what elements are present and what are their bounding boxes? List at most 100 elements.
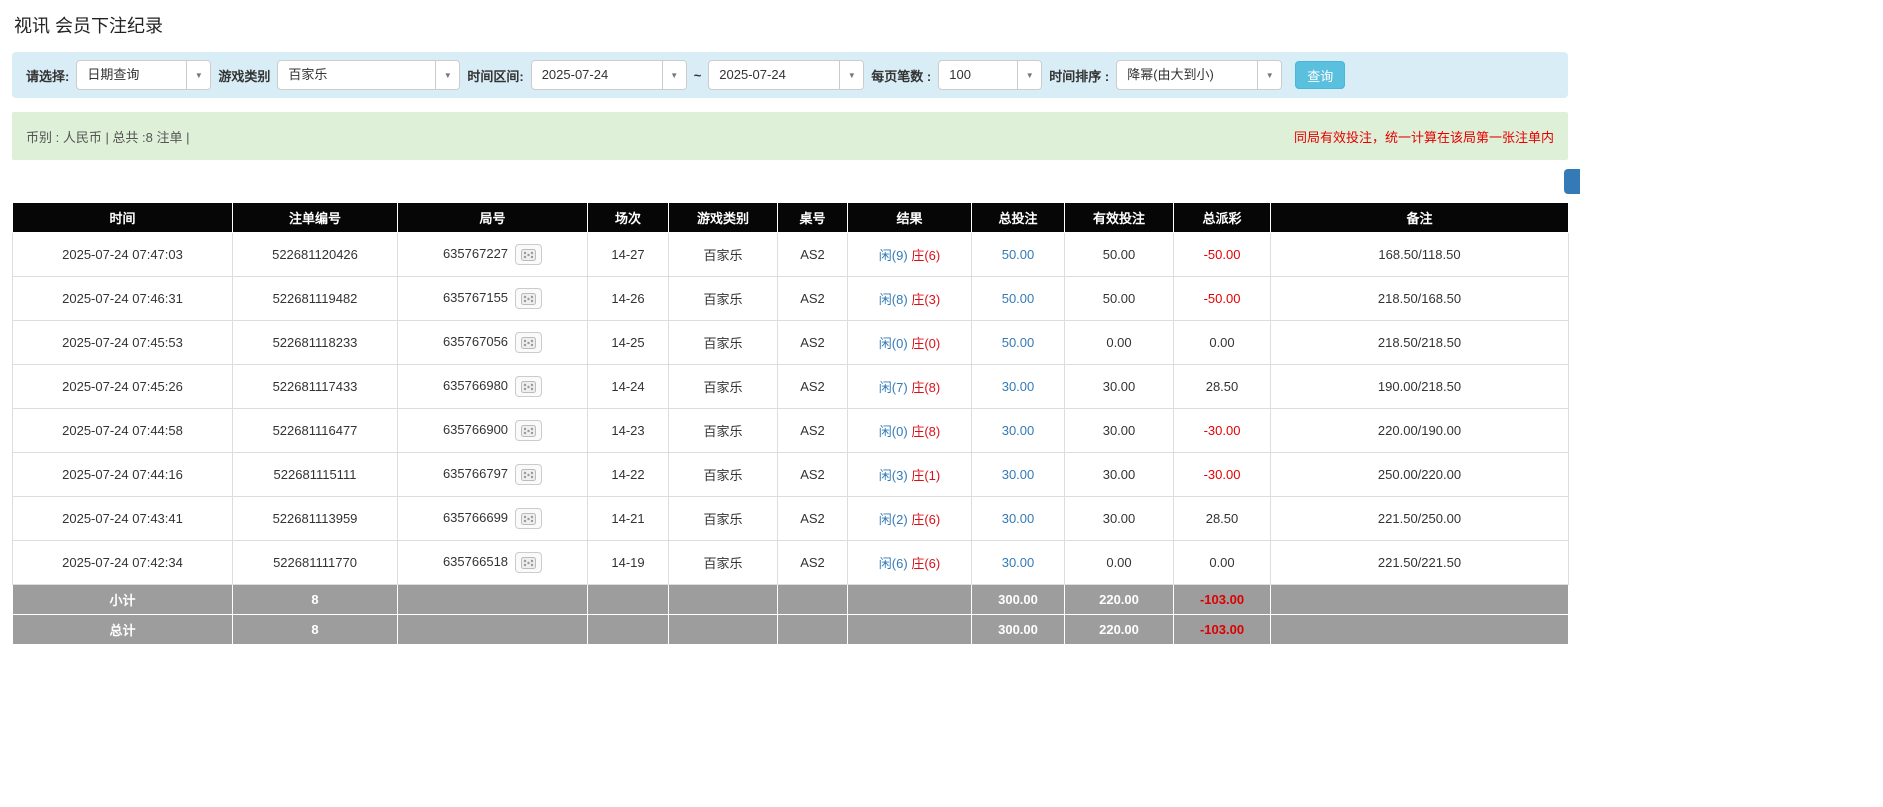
query-button[interactable]: 查询 xyxy=(1295,61,1345,89)
date-to-picker[interactable]: 2025-07-24 ▼ xyxy=(708,60,864,90)
cell-payout: 0.00 xyxy=(1174,541,1271,585)
cell-total-bet[interactable]: 50.00 xyxy=(972,321,1065,365)
cell-total-bet[interactable]: 50.00 xyxy=(972,277,1065,321)
round-id-text: 635766518 xyxy=(443,554,508,569)
result-player: 闲(7) xyxy=(879,380,908,395)
select-label: 请选择: xyxy=(26,66,69,85)
sort-label: 时间排序 : xyxy=(1049,66,1109,85)
result-player: 闲(2) xyxy=(879,512,908,527)
cell-note: 221.50/250.00 xyxy=(1271,497,1569,541)
cell-game-type: 百家乐 xyxy=(669,541,778,585)
filter-bar: 请选择: 日期查询 ▼ 游戏类别 百家乐 ▼ 时间区间: 2025-07-24 … xyxy=(12,52,1568,98)
cell-payout: 28.50 xyxy=(1174,497,1271,541)
result-banker: 庄(3) xyxy=(911,292,940,307)
cell-session: 14-23 xyxy=(588,409,669,453)
cell-session: 14-22 xyxy=(588,453,669,497)
dice-icon[interactable] xyxy=(515,552,542,573)
header-payout: 总派彩 xyxy=(1174,203,1271,233)
cell-valid-bet: 30.00 xyxy=(1065,497,1174,541)
game-type-select[interactable]: 百家乐 ▼ xyxy=(277,60,460,90)
cell-bet-id: 522681120426 xyxy=(233,233,398,277)
cell-payout: -50.00 xyxy=(1174,233,1271,277)
table-row: 2025-07-24 07:44:58 522681116477 6357669… xyxy=(13,409,1569,453)
dice-icon[interactable] xyxy=(515,508,542,529)
cell-total-bet[interactable]: 30.00 xyxy=(972,541,1065,585)
header-bet-id: 注单编号 xyxy=(233,203,398,233)
cell-game-type: 百家乐 xyxy=(669,497,778,541)
total-total-bet: 300.00 xyxy=(972,615,1065,645)
header-game-type: 游戏类别 xyxy=(669,203,778,233)
cell-result: 闲(0) 庄(0) xyxy=(848,321,972,365)
cell-game-type: 百家乐 xyxy=(669,453,778,497)
cell-time: 2025-07-24 07:43:41 xyxy=(13,497,233,541)
dice-icon[interactable] xyxy=(515,244,542,265)
cell-note: 168.50/118.50 xyxy=(1271,233,1569,277)
clipped-action-button[interactable] xyxy=(1564,169,1580,194)
cell-bet-id: 522681117433 xyxy=(233,365,398,409)
result-player: 闲(0) xyxy=(879,424,908,439)
cell-result: 闲(2) 庄(6) xyxy=(848,497,972,541)
cell-payout: -30.00 xyxy=(1174,409,1271,453)
cell-session: 14-27 xyxy=(588,233,669,277)
result-player: 闲(6) xyxy=(879,556,908,571)
cell-game-type: 百家乐 xyxy=(669,321,778,365)
cell-valid-bet: 30.00 xyxy=(1065,409,1174,453)
dice-icon[interactable] xyxy=(515,288,542,309)
header-time: 时间 xyxy=(13,203,233,233)
cell-note: 221.50/221.50 xyxy=(1271,541,1569,585)
cell-bet-id: 522681118233 xyxy=(233,321,398,365)
cell-valid-bet: 30.00 xyxy=(1065,365,1174,409)
cell-game-type: 百家乐 xyxy=(669,277,778,321)
cell-time: 2025-07-24 07:44:16 xyxy=(13,453,233,497)
dice-icon[interactable] xyxy=(515,464,542,485)
cell-round-id: 635766797 xyxy=(398,453,588,497)
cell-time: 2025-07-24 07:44:58 xyxy=(13,409,233,453)
cell-result: 闲(6) 庄(6) xyxy=(848,541,972,585)
result-banker: 庄(6) xyxy=(911,556,940,571)
time-range-label: 时间区间: xyxy=(467,66,523,85)
cell-total-bet[interactable]: 50.00 xyxy=(972,233,1065,277)
cell-total-bet[interactable]: 30.00 xyxy=(972,453,1065,497)
cell-result: 闲(9) 庄(6) xyxy=(848,233,972,277)
cell-game-type: 百家乐 xyxy=(669,365,778,409)
header-round-id: 局号 xyxy=(398,203,588,233)
cell-total-bet[interactable]: 30.00 xyxy=(972,497,1065,541)
dice-icon[interactable] xyxy=(515,376,542,397)
cell-total-bet[interactable]: 30.00 xyxy=(972,409,1065,453)
result-banker: 庄(6) xyxy=(911,512,940,527)
cell-session: 14-19 xyxy=(588,541,669,585)
sort-select[interactable]: 降幂(由大到小) ▼ xyxy=(1116,60,1282,90)
chevron-down-icon: ▼ xyxy=(839,61,863,89)
cell-table-no: AS2 xyxy=(778,497,848,541)
page-title: 视讯 会员下注纪录 xyxy=(14,12,1871,38)
cell-round-id: 635767056 xyxy=(398,321,588,365)
cell-note: 250.00/220.00 xyxy=(1271,453,1569,497)
table-row: 2025-07-24 07:44:16 522681115111 6357667… xyxy=(13,453,1569,497)
cell-payout: 28.50 xyxy=(1174,365,1271,409)
header-valid-bet: 有效投注 xyxy=(1065,203,1174,233)
dice-icon[interactable] xyxy=(515,420,542,441)
cell-round-id: 635766699 xyxy=(398,497,588,541)
subtotal-row: 小计 8 300.00 220.00 -103.00 xyxy=(13,585,1569,615)
cell-game-type: 百家乐 xyxy=(669,409,778,453)
dice-icon[interactable] xyxy=(515,332,542,353)
cell-bet-id: 522681119482 xyxy=(233,277,398,321)
date-from-picker[interactable]: 2025-07-24 ▼ xyxy=(531,60,687,90)
per-page-select[interactable]: 100 ▼ xyxy=(938,60,1042,90)
chevron-down-icon: ▼ xyxy=(1017,61,1041,89)
header-result: 结果 xyxy=(848,203,972,233)
table-header: 时间 注单编号 局号 场次 游戏类别 桌号 结果 总投注 有效投注 总派彩 备注 xyxy=(13,203,1569,233)
cell-total-bet[interactable]: 30.00 xyxy=(972,365,1065,409)
range-separator: ~ xyxy=(694,68,702,83)
cell-time: 2025-07-24 07:45:26 xyxy=(13,365,233,409)
round-id-text: 635766900 xyxy=(443,422,508,437)
total-label: 总计 xyxy=(13,615,233,645)
query-type-select[interactable]: 日期查询 ▼ xyxy=(76,60,211,90)
cell-table-no: AS2 xyxy=(778,365,848,409)
table-row: 2025-07-24 07:46:31 522681119482 6357671… xyxy=(13,277,1569,321)
cell-valid-bet: 30.00 xyxy=(1065,453,1174,497)
cell-note: 190.00/218.50 xyxy=(1271,365,1569,409)
result-player: 闲(8) xyxy=(879,292,908,307)
sort-value: 降幂(由大到小) xyxy=(1117,61,1257,89)
cell-round-id: 635767155 xyxy=(398,277,588,321)
